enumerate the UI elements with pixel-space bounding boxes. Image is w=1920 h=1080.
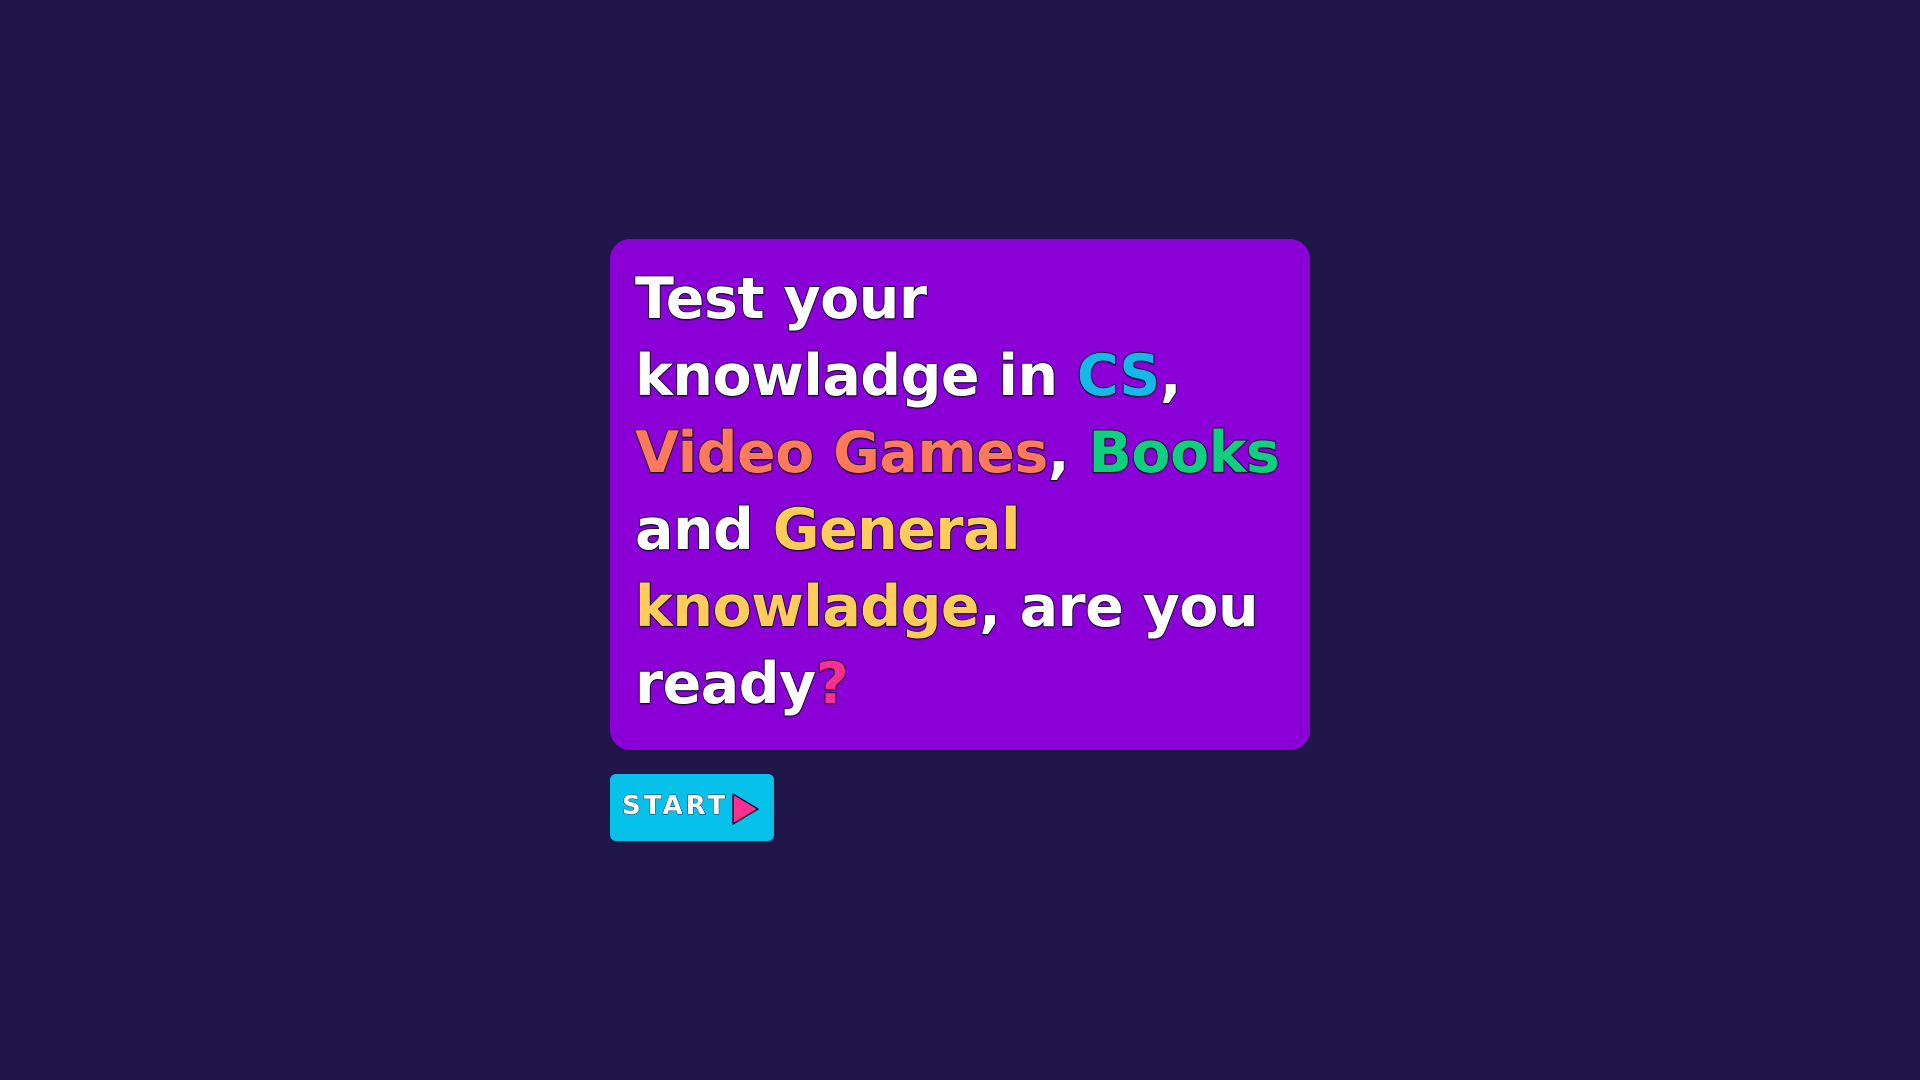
start-button-label: START [621, 790, 729, 821]
topic-video-games: Video Games [634, 419, 1049, 487]
headline-separator: , [1159, 342, 1183, 410]
intro-headline: Test your knowladge in CS, Video Games, … [634, 261, 1286, 723]
headline-connector: and [634, 496, 773, 564]
headline-text: Test your knowladge in [634, 265, 1077, 410]
start-button[interactable]: START [610, 774, 774, 841]
headline-separator: , [1047, 419, 1089, 487]
play-icon [732, 792, 759, 825]
topic-cs: CS [1076, 342, 1161, 410]
quiz-landing-page: Test your knowladge in CS, Video Games, … [0, 0, 1920, 1080]
question-mark: ? [815, 650, 850, 718]
topic-books: Books [1087, 419, 1281, 487]
intro-card: Test your knowladge in CS, Video Games, … [610, 239, 1310, 750]
